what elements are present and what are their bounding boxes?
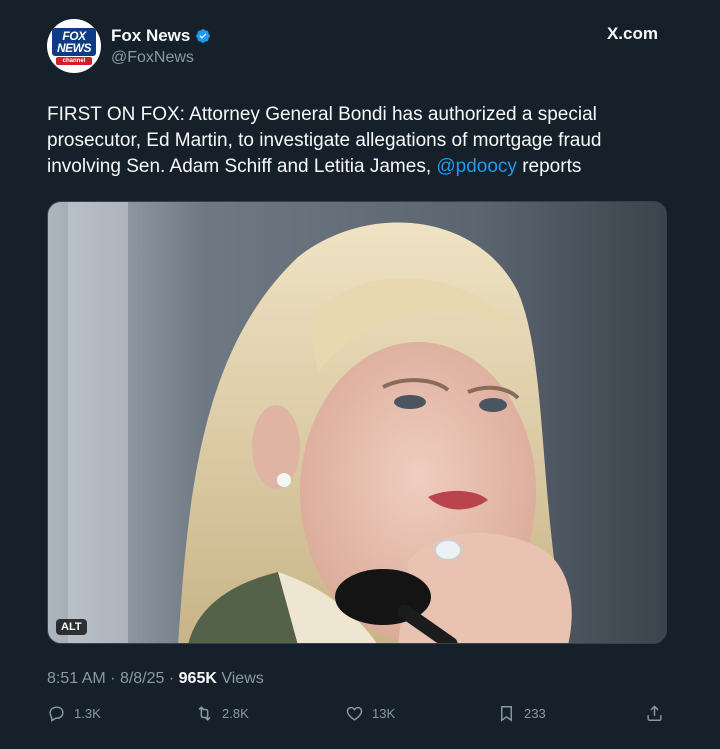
share-button[interactable] [645,704,664,723]
tweet-photo[interactable]: ALT [47,201,667,644]
meta-separator-2: · [168,670,175,687]
source-label[interactable]: X.com [607,24,658,44]
tweet-text: FIRST ON FOX: Attorney General Bondi has… [47,102,667,180]
alt-badge[interactable]: ALT [56,619,87,635]
repost-count: 2.8K [222,706,249,721]
bookmark-button[interactable]: 233 [497,704,546,723]
source-text: X.com [606,24,658,43]
meta-separator: · [110,670,116,687]
author-identity: Fox News @FoxNews [111,26,211,67]
avatar-logo-bottom: NEWS [57,41,92,55]
author-handle[interactable]: @FoxNews [111,49,211,67]
tweet-time[interactable]: 8:51 AM [47,670,106,687]
views-count: 965K [178,670,217,687]
avatar-logo-text: FOX NEWS [53,30,95,54]
tweet-meta: 8:51 AM · 8/8/25 · 965K Views [47,670,264,688]
tweet-body-end: reports [516,156,582,177]
photo-illustration [48,202,666,643]
bookmark-count: 233 [524,706,546,721]
tweet-card: FOX NEWS channel Fox News @FoxNews X.com… [0,0,720,749]
action-bar: 1.3K 2.8K 13K 233 [47,704,667,730]
reply-count: 1.3K [74,706,101,721]
like-count: 13K [372,706,396,721]
verified-badge-icon [196,28,211,43]
mention-link[interactable]: @pdoocy [436,156,517,177]
views-label: Views [221,670,264,687]
avatar[interactable]: FOX NEWS channel [47,19,101,73]
reply-icon [49,706,64,722]
name-row: Fox News [111,26,211,46]
tweet-header: FOX NEWS channel Fox News @FoxNews [47,18,660,74]
repost-button[interactable]: 2.8K [195,704,249,723]
like-button[interactable]: 13K [345,704,395,723]
avatar-logo-badge: channel [56,57,92,65]
repost-icon [198,706,211,721]
author-name[interactable]: Fox News [111,26,190,46]
heart-icon [346,706,363,721]
reply-button[interactable]: 1.3K [47,704,101,723]
share-icon [647,705,662,721]
bookmark-icon [501,706,512,722]
tweet-date[interactable]: 8/8/25 [120,670,164,687]
